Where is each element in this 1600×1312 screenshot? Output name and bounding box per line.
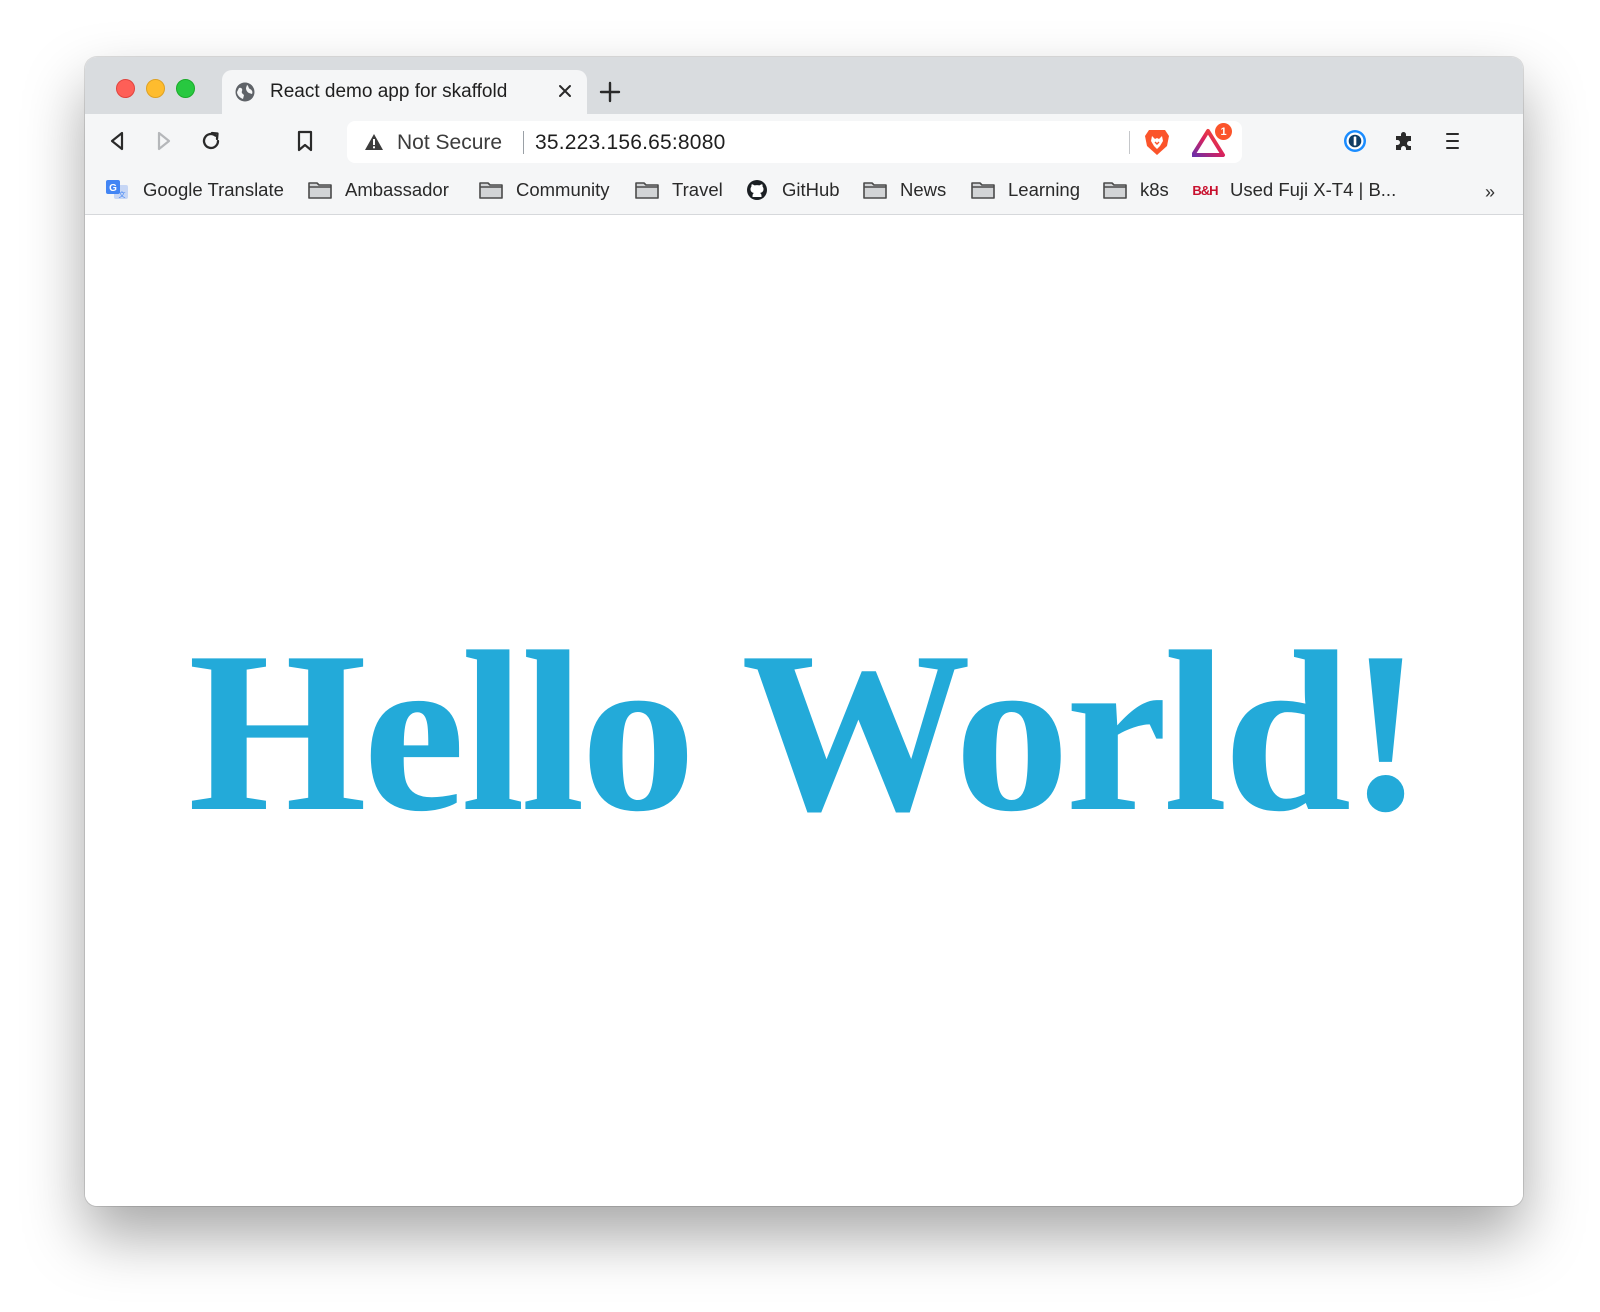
bookmark-folder-k8s[interactable]: k8s bbox=[1102, 176, 1169, 204]
svg-text:B&H: B&H bbox=[1192, 183, 1218, 198]
bookmark-label: News bbox=[900, 179, 947, 200]
globe-icon bbox=[235, 82, 255, 102]
bookmark-label: Community bbox=[516, 179, 610, 200]
omnibox-divider bbox=[1129, 131, 1130, 154]
folder-icon bbox=[635, 182, 659, 199]
tab-title: React demo app for skaffold bbox=[270, 81, 508, 102]
bookmark-folder-learning[interactable]: Learning bbox=[970, 176, 1080, 204]
password-manager-button[interactable] bbox=[1341, 127, 1369, 155]
folder-icon bbox=[308, 182, 332, 199]
bookmark-folder-community[interactable]: Community bbox=[478, 176, 610, 204]
folder-icon bbox=[863, 182, 887, 199]
tab-strip: React demo app for skaffold bbox=[85, 57, 1523, 114]
page-heading: Hello World! bbox=[188, 604, 1424, 859]
folder-icon bbox=[1103, 182, 1127, 199]
github-icon bbox=[747, 180, 767, 200]
bookmarks-bar: G 文 Google Translate Ambassador Communit… bbox=[85, 168, 1523, 215]
bookmark-folder-news[interactable]: News bbox=[862, 176, 946, 204]
bookmark-label: k8s bbox=[1140, 179, 1169, 200]
bookmark-bh-photo[interactable]: B&H Used Fuji X-T4 | B... bbox=[1192, 176, 1396, 204]
bookmark-folder-ambassador[interactable]: Ambassador bbox=[307, 176, 449, 204]
bookmark-label: Learning bbox=[1008, 179, 1081, 200]
forward-button[interactable] bbox=[150, 127, 178, 155]
rewards-badge: 1 bbox=[1215, 123, 1232, 140]
bookmark-label: Used Fuji X-T4 | B... bbox=[1230, 179, 1397, 200]
omnibox-divider bbox=[523, 131, 524, 154]
tab-active[interactable]: React demo app for skaffold bbox=[222, 70, 587, 114]
close-window-button[interactable] bbox=[116, 79, 135, 98]
main-menu-button[interactable] bbox=[1438, 127, 1466, 155]
bookmark-label: Ambassador bbox=[345, 179, 449, 200]
bookmark-google-translate[interactable]: G 文 Google Translate bbox=[105, 176, 284, 204]
bookmark-folder-travel[interactable]: Travel bbox=[634, 176, 723, 204]
minimize-window-button[interactable] bbox=[146, 79, 165, 98]
address-bar[interactable]: Not Secure 35.223.156.65:8080 1 bbox=[347, 121, 1242, 163]
folder-icon bbox=[971, 182, 995, 199]
reload-icon bbox=[202, 131, 220, 150]
bookmark-label: GitHub bbox=[782, 179, 840, 200]
bookmark-github[interactable]: GitHub bbox=[744, 176, 840, 204]
bookmark-icon bbox=[297, 130, 313, 152]
warning-icon[interactable] bbox=[364, 132, 384, 152]
bookmark-button[interactable] bbox=[291, 127, 319, 155]
svg-text:文: 文 bbox=[119, 190, 126, 199]
bookmarks-overflow-button[interactable]: » bbox=[1485, 182, 1495, 203]
1password-icon bbox=[1344, 130, 1366, 152]
back-arrow-icon bbox=[110, 131, 124, 151]
security-label[interactable]: Not Secure bbox=[397, 131, 502, 155]
browser-window: React demo app for skaffold Not Secure 3… bbox=[85, 57, 1523, 1206]
hamburger-menu-icon bbox=[1446, 133, 1459, 149]
bookmark-label: Google Translate bbox=[143, 179, 284, 200]
folder-icon bbox=[479, 182, 503, 199]
forward-arrow-icon bbox=[157, 131, 171, 151]
zoom-window-button[interactable] bbox=[176, 79, 195, 98]
bookmark-label: Travel bbox=[672, 179, 723, 200]
close-icon bbox=[559, 85, 571, 97]
close-tab-button[interactable] bbox=[553, 79, 577, 103]
puzzle-piece-icon bbox=[1396, 132, 1411, 150]
reload-button[interactable] bbox=[197, 127, 225, 155]
brave-shields-icon[interactable] bbox=[1142, 127, 1172, 157]
extensions-button[interactable] bbox=[1390, 127, 1418, 155]
url-text[interactable]: 35.223.156.65:8080 bbox=[535, 131, 725, 155]
google-translate-icon: G 文 bbox=[106, 180, 128, 199]
page-content: Hello World! bbox=[85, 215, 1523, 1206]
new-tab-button[interactable] bbox=[597, 79, 623, 105]
back-button[interactable] bbox=[103, 127, 131, 155]
svg-text:G: G bbox=[109, 183, 117, 194]
bh-icon: B&H bbox=[1192, 183, 1218, 198]
toolbar: Not Secure 35.223.156.65:8080 1 bbox=[85, 114, 1523, 168]
